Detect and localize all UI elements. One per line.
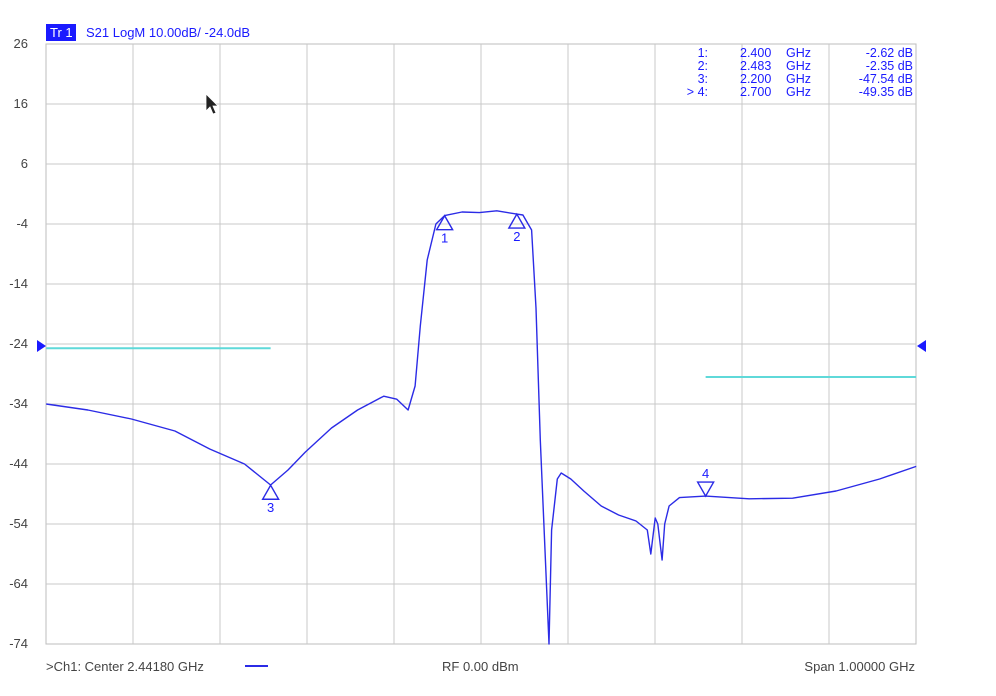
marker-table-frequency: 2.200 xyxy=(740,72,771,86)
y-tick-label: 26 xyxy=(14,36,28,51)
y-tick-label: -54 xyxy=(9,516,28,531)
marker-table-unit: GHz xyxy=(786,59,811,73)
marker-table-value: -47.54 dB xyxy=(859,72,913,86)
trace-label[interactable]: S21 LogM 10.00dB/ -24.0dB xyxy=(86,25,250,40)
marker-table-unit: GHz xyxy=(786,85,811,99)
footer-rf-power[interactable]: RF 0.00 dBm xyxy=(442,659,519,674)
y-tick-label: -4 xyxy=(16,216,28,231)
trace-badge[interactable]: Tr 1 xyxy=(50,25,73,40)
marker-table-unit: GHz xyxy=(786,46,811,60)
y-tick-label: -24 xyxy=(9,336,28,351)
y-tick-label: -74 xyxy=(9,636,28,651)
marker-table-index: 3: xyxy=(698,72,708,86)
marker-table-index: 2: xyxy=(698,59,708,73)
footer-span[interactable]: Span 1.00000 GHz xyxy=(804,659,915,674)
marker-table-unit: GHz xyxy=(786,72,811,86)
marker-1-label: 1 xyxy=(441,231,448,246)
marker-4-label: 4 xyxy=(702,466,709,481)
y-tick-label: -44 xyxy=(9,456,28,471)
y-tick-label: 6 xyxy=(21,156,28,171)
vna-screen: Tr 1 S21 LogM 10.00dB/ -24.0dB 26 16 6 -4 -1… xyxy=(0,0,996,696)
marker-table-index: > 4: xyxy=(687,85,708,99)
marker-table-value: -2.35 dB xyxy=(866,59,913,73)
marker-3-label: 3 xyxy=(267,500,274,515)
y-tick-label: -64 xyxy=(9,576,28,591)
y-tick-label: -14 xyxy=(9,276,28,291)
marker-table-frequency: 2.700 xyxy=(740,85,771,99)
marker-table-value: -49.35 dB xyxy=(859,85,913,99)
marker-table-index: 1: xyxy=(698,46,708,60)
marker-table-value: -2.62 dB xyxy=(866,46,913,60)
footer-center-frequency[interactable]: >Ch1: Center 2.44180 GHz xyxy=(46,659,204,674)
y-tick-label: 16 xyxy=(14,96,28,111)
marker-table-frequency: 2.483 xyxy=(740,59,771,73)
marker-table-frequency: 2.400 xyxy=(740,46,771,60)
y-tick-label: -34 xyxy=(9,396,28,411)
marker-2-label: 2 xyxy=(513,229,520,244)
